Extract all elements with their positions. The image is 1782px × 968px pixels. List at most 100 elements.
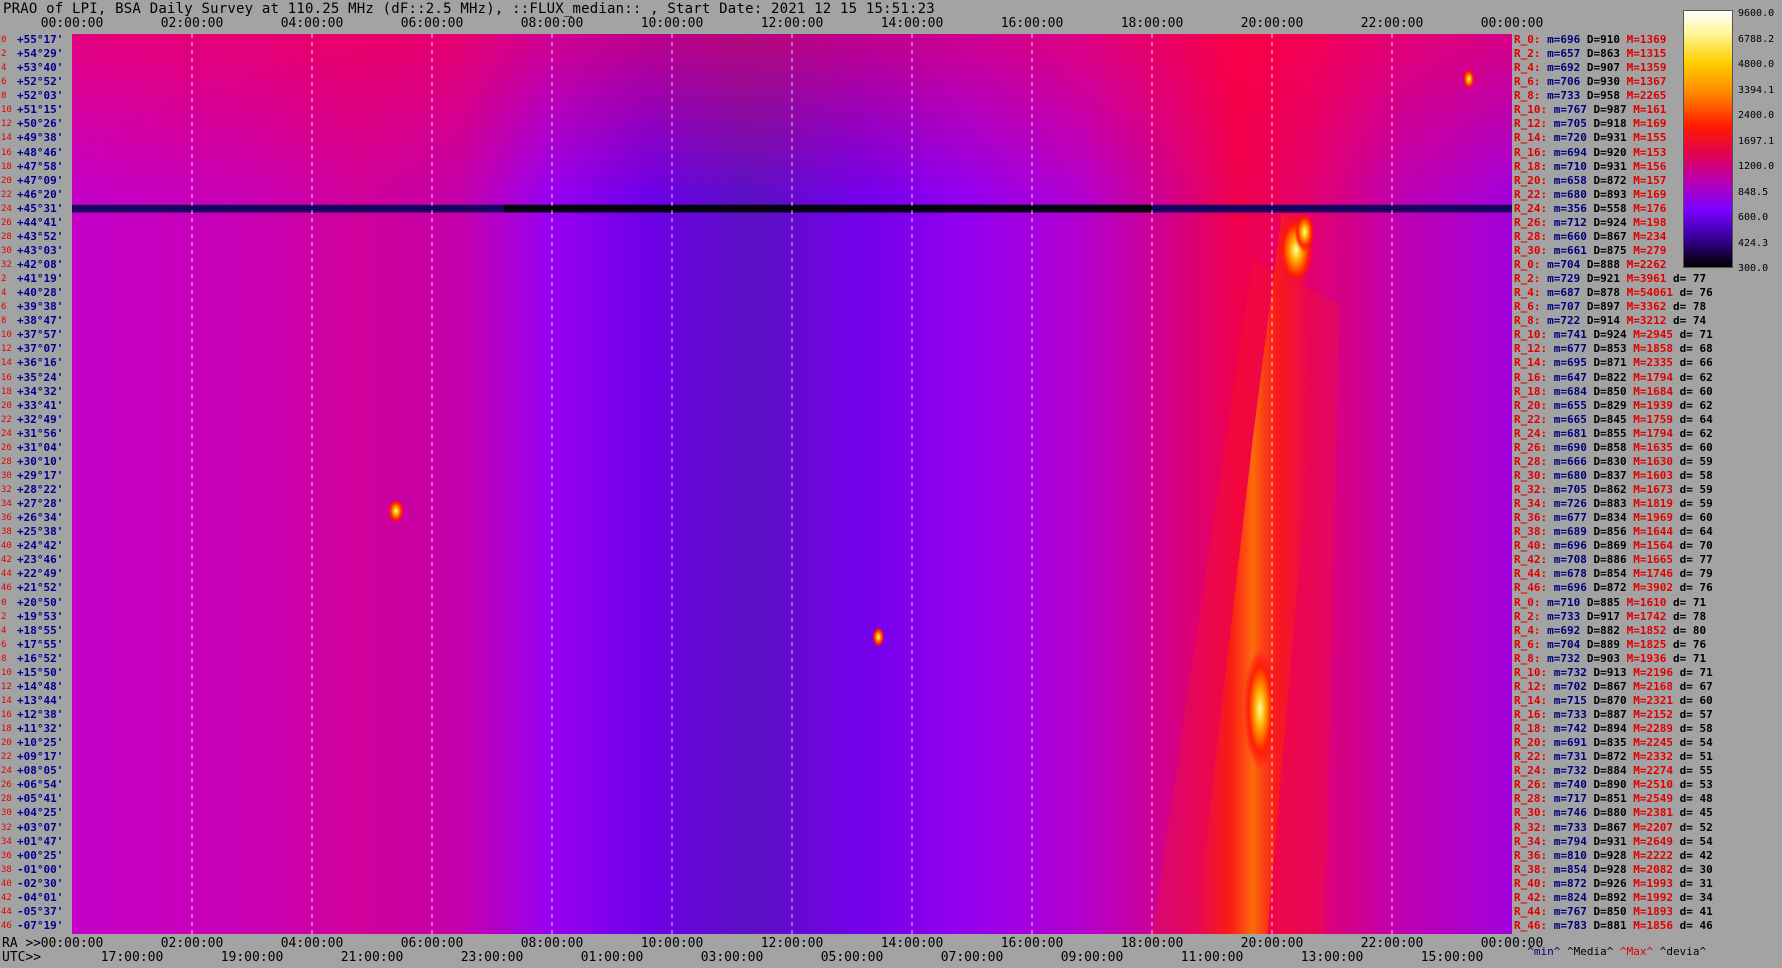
stat-m: m=694 (1547, 145, 1587, 159)
stat-row: R_6: m=707 D=897 M=3362 d= 78 (1514, 300, 1706, 314)
colorbar-tick-label: 2400.0 (1738, 110, 1775, 121)
colorbar (1683, 10, 1733, 268)
stat-d: D=930 (1580, 75, 1620, 89)
stat-d: D=881 (1586, 918, 1627, 932)
row-index: 4 (1, 63, 7, 74)
stat-dd: d= 78 (1666, 300, 1707, 314)
stat-dd (1666, 33, 1673, 46)
stat-r: R_30: (1514, 468, 1548, 482)
stat-m: m=710 (1547, 159, 1587, 173)
stat-row: R_4: m=692 D=907 M=1359 (1514, 61, 1673, 75)
stat-m: m=702 (1547, 679, 1587, 693)
stat-dd: d= 78 (1666, 609, 1707, 623)
stat-m: m=733 (1547, 708, 1587, 721)
top-ra-tick-label: 00:00:00 (40, 16, 104, 31)
stat-m: m=680 (1547, 187, 1587, 201)
bottom-ra-tick-label: 08:00:00 (520, 936, 584, 951)
stat-x: M=2196 (1626, 665, 1673, 679)
stat-dd (1666, 103, 1673, 116)
declination-row: 8 +16°52' (0, 652, 72, 666)
declination-row: 8 +52°03' (0, 89, 72, 103)
stat-m: m=687 (1540, 286, 1581, 300)
stat-m: m=732 (1547, 764, 1587, 778)
stat-d: D=883 (1586, 497, 1627, 511)
stat-row: R_20: m=655 D=829 M=1939 d= 62 (1514, 399, 1713, 413)
stat-r: R_18: (1514, 159, 1548, 173)
stat-x: M=169 (1626, 117, 1667, 131)
utc-tick-label: 23:00:00 (460, 950, 524, 965)
declination-value: +16°52' (17, 651, 64, 665)
top-ra-tick-label: 18:00:00 (1120, 16, 1184, 31)
declination-row: 6 +39°38' (0, 300, 72, 314)
stat-dd: d= 77 (1666, 272, 1707, 286)
stat-d: D=875 (1586, 243, 1627, 257)
stat-m: m=690 (1547, 440, 1587, 454)
stat-m: m=720 (1547, 131, 1587, 145)
stat-m: m=356 (1547, 201, 1587, 215)
declination-value: +22°49' (17, 567, 64, 581)
stat-x: M=2274 (1626, 764, 1673, 778)
row-index: 8 (1, 653, 7, 664)
stat-m: m=767 (1547, 904, 1587, 918)
declination-row: 14 +36°16' (0, 356, 72, 370)
utc-tick-label: 13:00:00 (1300, 950, 1364, 965)
stat-r: R_2: (1514, 47, 1541, 61)
stat-row: R_16: m=694 D=920 M=153 (1514, 146, 1673, 160)
declination-row: 30 +29°17' (0, 469, 72, 483)
stat-dd: d= 45 (1672, 806, 1713, 820)
stat-r: R_44: (1514, 904, 1548, 918)
declination-value: +11°32' (17, 722, 64, 736)
stat-r: R_24: (1514, 201, 1548, 215)
declination-row: 46 -07°19' (0, 919, 72, 933)
row-index: 32 (1, 260, 12, 270)
stat-row: R_34: m=794 D=931 M=2649 d= 54 (1514, 835, 1713, 849)
stat-d: D=920 (1586, 145, 1627, 159)
stat-r: R_38: (1514, 525, 1548, 539)
stat-row: R_32: m=733 D=867 M=2207 d= 52 (1514, 821, 1713, 835)
stat-d: D=829 (1586, 398, 1627, 412)
colorbar-tick-label: 3394.1 (1738, 84, 1775, 96)
row-index: 44 (1, 906, 12, 917)
stat-row: R_2: m=729 D=921 M=3961 d= 77 (1514, 272, 1706, 286)
stat-d: D=931 (1586, 834, 1627, 848)
stat-x: M=2245 (1626, 736, 1673, 750)
stat-x: M=1564 (1626, 539, 1673, 553)
stat-d: D=854 (1586, 567, 1627, 581)
declination-row: 34 +27°28' (0, 497, 72, 511)
stat-r: R_16: (1514, 145, 1548, 159)
declination-value: +24°42' (17, 539, 64, 553)
stat-r: R_0: (1514, 595, 1541, 609)
declination-row: 28 +05°41' (0, 792, 72, 806)
declination-row: 12 +37°07' (0, 342, 72, 356)
declination-row: 18 +47°58' (0, 160, 72, 174)
bottom-ra-tick-label: 10:00:00 (640, 936, 704, 951)
declination-row: 38 -01°00' (0, 863, 72, 877)
utc-tick-label: 05:00:00 (820, 950, 884, 965)
stat-x: M=2222 (1626, 848, 1673, 862)
stat-dd: d= 48 (1672, 792, 1713, 806)
stat-r: R_28: (1514, 792, 1548, 806)
stat-r: R_28: (1514, 229, 1548, 243)
utc-tick-label: 09:00:00 (1060, 950, 1124, 965)
stat-row: R_8: m=722 D=914 M=3212 d= 74 (1514, 314, 1706, 328)
declination-row: 32 +42°08' (0, 258, 72, 272)
stat-dd: d= 55 (1672, 764, 1713, 778)
row-index: 46 (1, 920, 12, 931)
declination-value: +20°50' (17, 595, 64, 609)
row-index: 24 (1, 766, 12, 777)
stat-dd (1666, 146, 1673, 159)
declination-row: 20 +47°09' (0, 174, 72, 188)
stat-row: R_26: m=712 D=924 M=198 (1514, 216, 1673, 230)
stat-d: D=867 (1586, 679, 1627, 693)
row-index: 0 (1, 35, 7, 45)
stat-r: R_28: (1514, 454, 1548, 468)
declination-row: 2 +19°53' (0, 610, 72, 624)
top-ra-tick-label: 16:00:00 (1000, 16, 1064, 31)
row-index: 40 (1, 878, 12, 889)
stat-row: R_44: m=767 D=850 M=1893 d= 41 (1514, 905, 1713, 919)
stat-row: R_4: m=687 D=878 M=54061 d= 76 (1514, 286, 1713, 300)
stat-x: M=157 (1626, 173, 1667, 187)
stat-m: m=704 (1540, 637, 1581, 651)
stat-x: M=3212 (1620, 314, 1667, 328)
heatmap-plot[interactable] (72, 34, 1512, 934)
